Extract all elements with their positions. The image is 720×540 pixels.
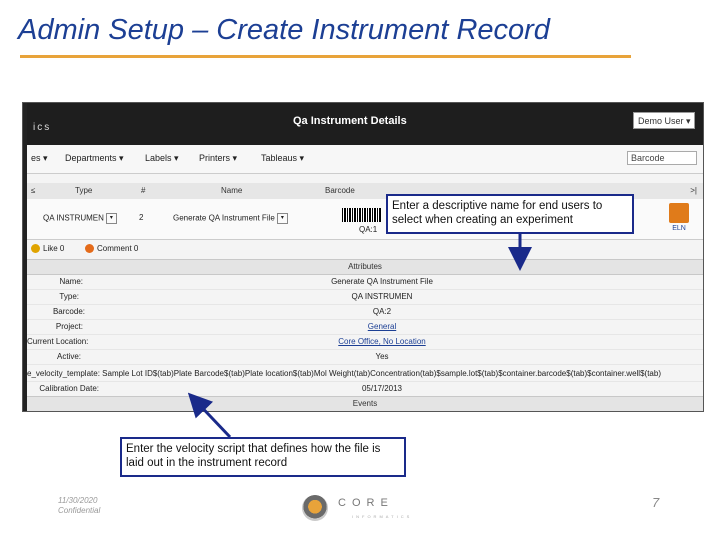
callout-velocity-hint: Enter the velocity script that defines h… [120, 437, 406, 477]
core-logo-subtext: INFORMATICS [352, 514, 413, 519]
core-logo-icon [302, 495, 328, 521]
callout-name-hint: Enter a descriptive name for end users t… [386, 194, 634, 234]
footer-confidential: Confidential [58, 506, 101, 515]
footer-date: 11/30/2020 [58, 496, 98, 505]
core-logo-text: CORE [338, 497, 394, 509]
arrow-to-velocity-field [187, 392, 232, 439]
footer-date-block: 11/30/2020 Confidential [58, 496, 100, 516]
page-number: 7 [652, 495, 660, 510]
